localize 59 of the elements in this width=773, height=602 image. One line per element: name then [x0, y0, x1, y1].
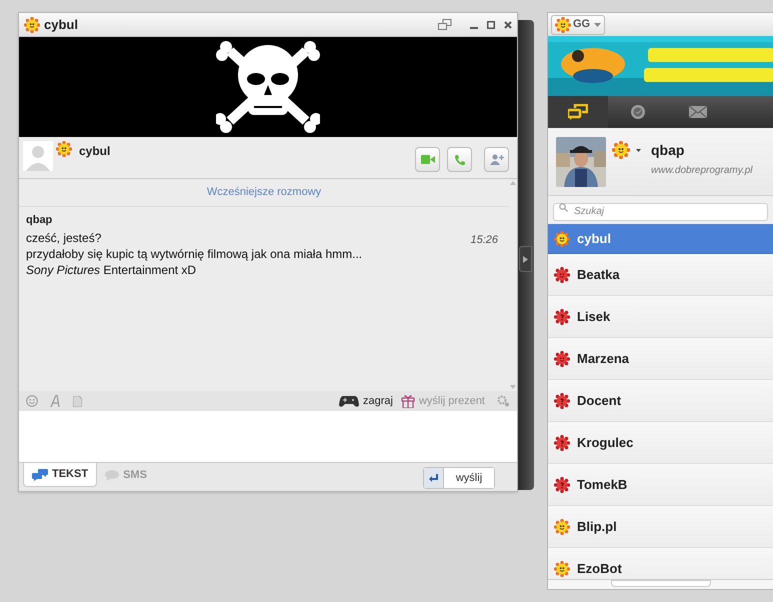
- window-title: cybul: [44, 16, 78, 34]
- search-field[interactable]: Szukaj: [553, 202, 768, 220]
- gift-icon: [400, 394, 415, 408]
- voice-call-button[interactable]: [447, 147, 472, 172]
- contact-item[interactable]: Marzena: [548, 338, 773, 380]
- avatar-placeholder-icon: [23, 141, 53, 171]
- gamepad-icon: [339, 394, 359, 408]
- skull-and-crossbones-icon: [216, 41, 320, 133]
- status-icon: [56, 141, 72, 157]
- contact-item[interactable]: TomekB: [548, 464, 773, 506]
- caret-icon[interactable]: [636, 149, 641, 152]
- status-icon: [612, 141, 630, 159]
- contact-item[interactable]: Lisek: [548, 296, 773, 338]
- add-contact-button[interactable]: [484, 147, 509, 172]
- close-icon[interactable]: [504, 20, 512, 28]
- contact-name: cybul: [79, 143, 110, 160]
- status-icon: [555, 16, 571, 32]
- message-text: Sony Pictures Entertainment xD: [26, 262, 198, 278]
- contact-item[interactable]: Krogulec: [548, 422, 773, 464]
- message-sender: qbap: [26, 213, 54, 227]
- contact-item[interactable]: cybul: [548, 224, 773, 254]
- scroll-down-icon[interactable]: [510, 385, 516, 389]
- phone-icon: [454, 154, 466, 166]
- chat-bubbles-icon: [32, 468, 48, 480]
- caret-icon: [594, 22, 602, 26]
- font-style-icon[interactable]: [50, 395, 61, 407]
- search-icon: [559, 203, 568, 212]
- play-game-button[interactable]: zagraj: [339, 392, 393, 410]
- maximize-icon[interactable]: [487, 20, 495, 28]
- expand-arrow-icon: [523, 256, 528, 262]
- detach-icon[interactable]: [438, 19, 452, 30]
- gg-menu-button[interactable]: GG: [551, 14, 606, 34]
- nav-tab[interactable]: [548, 96, 608, 128]
- message-time: 15:26: [470, 233, 498, 248]
- speech-bubble-icon: [105, 470, 120, 480]
- send-button[interactable]: wyślij: [444, 468, 494, 488]
- chat-bubbles-icon: [568, 104, 588, 120]
- add-person-icon: [490, 154, 504, 165]
- status-icon: [24, 16, 40, 32]
- expand-panel-button[interactable]: [519, 246, 532, 272]
- contact-item[interactable]: Docent: [548, 380, 773, 422]
- profile-name: qbap: [651, 141, 686, 160]
- scroll-up-icon[interactable]: [510, 181, 516, 185]
- envelope-icon: [689, 106, 707, 118]
- contact-item[interactable]: Beatka: [548, 254, 773, 296]
- profile-description: www.dobreprogramy.pl: [651, 164, 753, 178]
- mode-tab[interactable]: TEKST: [23, 463, 98, 487]
- message-text: cześć, jesteś?: [26, 230, 102, 246]
- contact-item[interactable]: EzoBot: [548, 548, 773, 579]
- enter-arrow-icon: [428, 474, 438, 482]
- video-call-button[interactable]: [415, 147, 440, 172]
- contact-item[interactable]: Blip.pl: [548, 506, 773, 548]
- message-input-field[interactable]: [19, 411, 517, 463]
- video-camera-icon: [420, 155, 434, 164]
- document-icon[interactable]: [73, 396, 82, 406]
- enter-toggle-button[interactable]: [424, 468, 444, 488]
- emoticon-icon[interactable]: [26, 395, 38, 407]
- settings-icon[interactable]: [497, 395, 510, 407]
- message-text: przydałoby się kupic tą wytwórnię filmową jak ona miała hmm...: [26, 246, 364, 262]
